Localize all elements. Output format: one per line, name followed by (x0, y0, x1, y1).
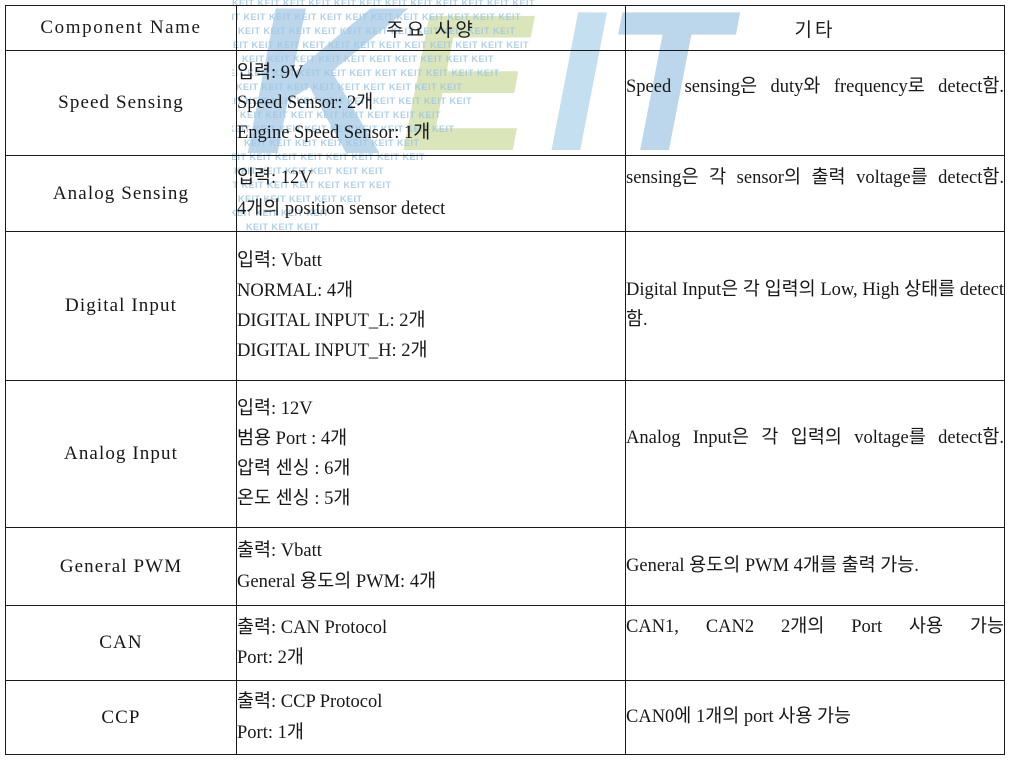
etc-text: sensing은 각 sensor의 출력 voltage를 detect함. (626, 167, 1004, 188)
cell-main-spec: 출력: CCP Protocol Port: 1개 (236, 680, 626, 755)
etc-text: CAN1, CAN2 2개의 Port 사용 가능 (626, 617, 1004, 638)
table-row: Analog Sensing 입력: 12V 4개의 position sens… (5, 155, 1005, 232)
cell-etc: Digital Input은 각 입력의 Low, High 상태를 detec… (625, 231, 1005, 381)
spec-line: NORMAL: 4개 (237, 280, 354, 301)
spec-line: Port: 2개 (237, 648, 304, 668)
cell-etc: sensing은 각 sensor의 출력 voltage를 detect함. (625, 155, 1005, 232)
table-row: CCP 출력: CCP Protocol Port: 1개 CAN0에 1개의 … (5, 680, 1005, 755)
header-row: Component Name 주요 사양 기타 (5, 5, 1005, 51)
table-row: Digital Input 입력: Vbatt NORMAL: 4개 DIGIT… (5, 231, 1005, 381)
cell-etc: Speed sensing은 duty와 frequency로 detect함. (625, 50, 1005, 156)
spec-line: 범용 Port : 4개 (237, 428, 348, 449)
spec-line: Engine Speed Sensor: 1개 (237, 123, 431, 144)
spec-line: Speed Sensor: 2개 (237, 92, 374, 113)
cell-component-name: Digital Input (5, 231, 237, 381)
cell-component-name: Speed Sensing (5, 50, 237, 156)
table-row: Analog Input 입력: 12V 범용 Port : 4개 압력 센싱 … (5, 380, 1005, 528)
etc-text: General 용도의 PWM 4개를 출력 가능. (626, 555, 919, 576)
table-row: Speed Sensing 입력: 9V Speed Sensor: 2개 En… (5, 50, 1005, 156)
component-spec-table: Component Name 주요 사양 기타 Speed Sensing 입력… (5, 5, 1005, 755)
cell-component-name: CAN (5, 605, 237, 681)
spec-line: DIGITAL INPUT_H: 2개 (237, 341, 428, 362)
spec-line: 출력: CAN Protocol (237, 617, 388, 638)
table-header: Component Name 주요 사양 기타 (5, 5, 1005, 51)
cell-component-name: General PWM (5, 527, 237, 606)
cell-main-spec: 입력: 12V 범용 Port : 4개 압력 센싱 : 6개 온도 센싱 : … (236, 380, 626, 528)
spec-line: 압력 센싱 : 6개 (237, 459, 351, 479)
spec-line: 입력: 12V (237, 398, 313, 419)
spec-line: DIGITAL INPUT_L: 2개 (237, 311, 426, 331)
spec-line: 출력: Vbatt (237, 541, 322, 562)
spec-line: General 용도의 PWM: 4개 (237, 571, 437, 592)
cell-etc: CAN0에 1개의 port 사용 가능 (625, 680, 1005, 755)
etc-text: Analog Input은 각 입력의 voltage를 detect함. (626, 428, 1004, 449)
cell-etc: CAN1, CAN2 2개의 Port 사용 가능 (625, 605, 1005, 681)
table-row: General PWM 출력: Vbatt General 용도의 PWM: 4… (5, 527, 1005, 606)
spec-line: 입력: Vbatt (237, 250, 322, 271)
cell-etc: Analog Input은 각 입력의 voltage를 detect함. (625, 380, 1005, 528)
table-row: CAN 출력: CAN Protocol Port: 2개 CAN1, CAN2… (5, 605, 1005, 681)
column-header-main-spec: 주요 사양 (236, 5, 626, 51)
cell-component-name: CCP (5, 680, 237, 755)
cell-main-spec: 입력: 12V 4개의 position sensor detect (236, 155, 626, 232)
cell-main-spec: 출력: Vbatt General 용도의 PWM: 4개 (236, 527, 626, 606)
spec-line: 온도 센싱 : 5개 (237, 489, 351, 510)
column-header-component-name: Component Name (5, 5, 237, 51)
cell-etc: General 용도의 PWM 4개를 출력 가능. (625, 527, 1005, 606)
cell-main-spec: 입력: 9V Speed Sensor: 2개 Engine Speed Sen… (236, 50, 626, 156)
cell-component-name: Analog Input (5, 380, 237, 528)
spec-line: 입력: 12V (237, 168, 313, 189)
cell-component-name: Analog Sensing (5, 155, 237, 232)
etc-text: Digital Input은 각 입력의 Low, High 상태를 detec… (626, 280, 1004, 330)
spec-line: 4개의 position sensor detect (237, 198, 446, 219)
cell-main-spec: 출력: CAN Protocol Port: 2개 (236, 605, 626, 681)
spec-line: 출력: CCP Protocol (237, 692, 383, 713)
column-header-etc: 기타 (625, 5, 1005, 51)
cell-main-spec: 입력: Vbatt NORMAL: 4개 DIGITAL INPUT_L: 2개… (236, 231, 626, 381)
etc-text: CAN0에 1개의 port 사용 가능 (626, 706, 852, 727)
table-body: Speed Sensing 입력: 9V Speed Sensor: 2개 En… (5, 50, 1005, 755)
spec-line: Port: 1개 (237, 722, 304, 743)
etc-text: Speed sensing은 duty와 frequency로 detect함. (626, 77, 1004, 98)
spec-line: 입력: 9V (237, 62, 304, 83)
